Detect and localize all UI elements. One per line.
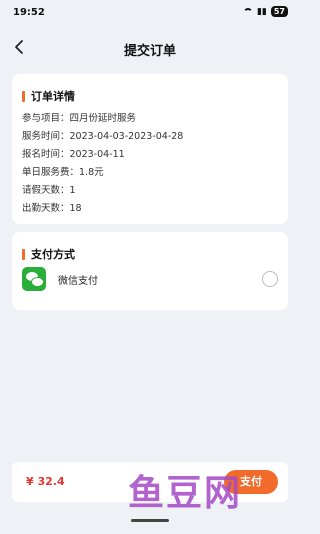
battery-indicator: 57 bbox=[270, 6, 288, 17]
status-icons: ▮▮ 57 bbox=[242, 6, 288, 17]
signal-icon: ▮▮ bbox=[256, 6, 267, 17]
battery-level: 57 bbox=[270, 6, 288, 17]
order-attendance-days-row: 出勤天数：18 bbox=[22, 203, 82, 214]
wechat-pay-radio[interactable] bbox=[262, 271, 278, 287]
order-section-header: 订单详情 bbox=[22, 88, 75, 104]
payment-section-header: 支付方式 bbox=[22, 246, 75, 262]
order-daily-fee-row: 单日服务费：1.8元 bbox=[22, 167, 104, 178]
order-leave-days-row: 请假天数：1 bbox=[22, 185, 76, 196]
wechat-pay-option[interactable]: 微信支付 bbox=[22, 266, 278, 292]
pay-button[interactable]: 支付 bbox=[224, 470, 278, 494]
page-title: 提交订单 bbox=[123, 44, 176, 59]
wifi-icon bbox=[242, 7, 253, 16]
nav-bar: 提交订单 bbox=[0, 30, 300, 66]
wechat-icon bbox=[22, 267, 46, 291]
order-service-time-row: 服务时间：2023-04-03-2023-04-28 bbox=[22, 131, 184, 142]
home-indicator[interactable] bbox=[131, 519, 169, 522]
order-section-title: 订单详情 bbox=[31, 90, 75, 103]
section-accent-bar bbox=[22, 248, 25, 260]
order-signup-time-row: 报名时间：2023-04-11 bbox=[22, 149, 125, 160]
wechat-pay-label: 微信支付 bbox=[58, 275, 98, 287]
total-price: ¥ 32.4 bbox=[26, 475, 65, 488]
order-project-row: 参与项目：四月份延时服务 bbox=[22, 113, 137, 124]
payment-section-title: 支付方式 bbox=[31, 248, 75, 261]
status-time: 19:52 bbox=[13, 7, 45, 18]
status-bar: 19:52 ▮▮ 57 bbox=[0, 0, 300, 26]
checkout-bar: ¥ 32.4 支付 bbox=[12, 462, 288, 502]
section-accent-bar bbox=[22, 90, 25, 102]
order-details-card: 订单详情 参与项目：四月份延时服务 服务时间：2023-04-03-2023-0… bbox=[12, 74, 288, 224]
payment-method-card: 支付方式 微信支付 bbox=[12, 232, 288, 310]
order-info-list: 参与项目：四月份延时服务 服务时间：2023-04-03-2023-04-28 … bbox=[22, 110, 183, 218]
